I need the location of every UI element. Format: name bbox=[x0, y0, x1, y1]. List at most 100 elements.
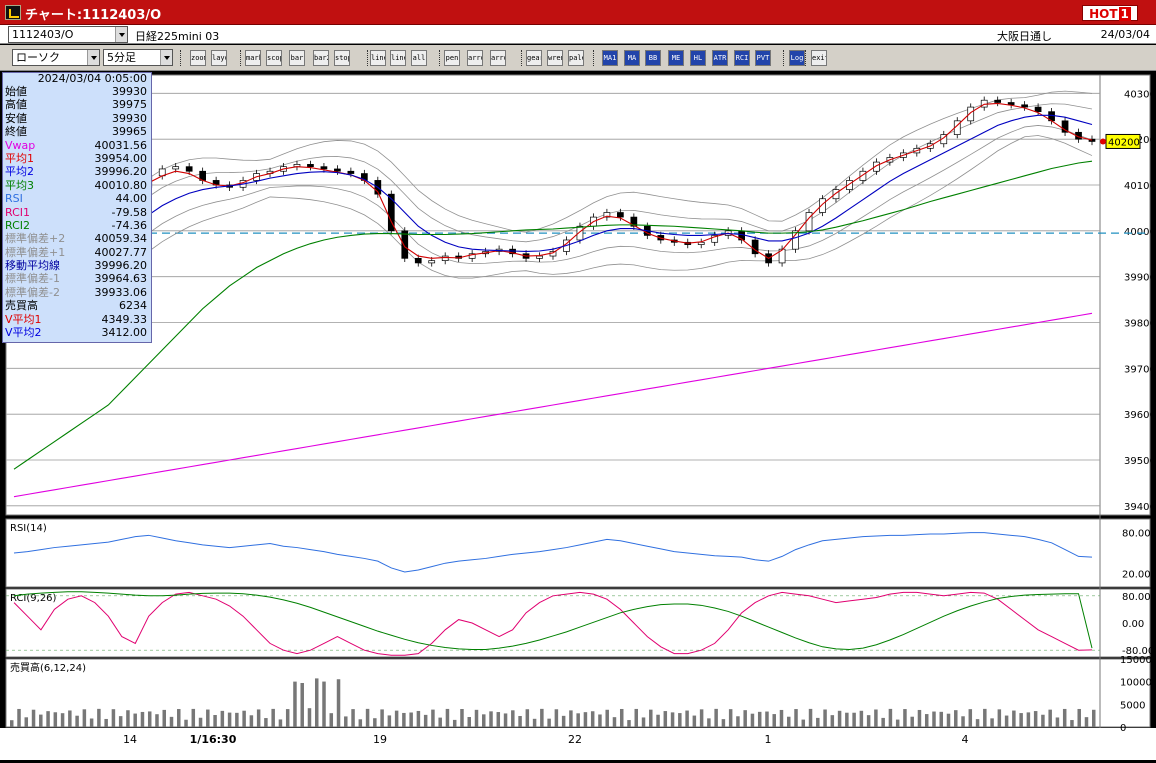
info-label: 売買高 bbox=[5, 299, 38, 313]
exit-icon[interactable]: exit bbox=[811, 50, 827, 66]
zoom-icon[interactable]: zoom bbox=[190, 50, 206, 66]
info-label: 安値 bbox=[5, 111, 27, 125]
volume-bar bbox=[649, 709, 653, 727]
volume-bar bbox=[983, 708, 987, 727]
chevron-down-icon[interactable] bbox=[115, 27, 127, 42]
interval-value: 5分足 bbox=[107, 51, 136, 64]
volume-bar bbox=[547, 718, 551, 727]
info-row: 売買高 6234 bbox=[3, 299, 151, 312]
palette-icon[interactable]: palette bbox=[568, 50, 584, 66]
info-row: 標準偏差+1 40027.77 bbox=[3, 246, 151, 259]
info-label: RCI1 bbox=[5, 205, 31, 219]
all-icon[interactable]: all bbox=[411, 50, 427, 66]
chart-area[interactable]: 39400 39500 39600 39700 39800 39900 40000 40100… bbox=[0, 72, 1156, 760]
volume-bar bbox=[373, 718, 377, 727]
info-label: 始値 bbox=[5, 85, 27, 98]
volume-bar bbox=[365, 708, 370, 727]
rci-icon[interactable]: RCI bbox=[734, 50, 750, 66]
volume-bar bbox=[53, 712, 58, 727]
volume-bar bbox=[39, 714, 43, 727]
volume-bar bbox=[583, 712, 588, 727]
info-label: RSI bbox=[5, 192, 23, 206]
volume-bar bbox=[24, 717, 29, 727]
interval-select[interactable]: 5分足 bbox=[103, 49, 173, 66]
info-row: 移動平均線 39996.20 bbox=[3, 259, 151, 272]
volume-bar bbox=[561, 715, 566, 727]
info-value: 40059.34 bbox=[94, 232, 148, 246]
pen-icon[interactable]: pen bbox=[444, 50, 460, 66]
volume-bar bbox=[532, 718, 537, 727]
bar-icon[interactable]: bar bbox=[289, 50, 305, 66]
info-row: 始値 39930 bbox=[3, 85, 151, 98]
date-label: 24/03/04 bbox=[1100, 28, 1150, 41]
volume-bar bbox=[17, 708, 21, 727]
volume-bar bbox=[772, 714, 776, 727]
arrow2-icon[interactable]: arrow2 bbox=[490, 50, 506, 66]
y-tick-label: 39500 bbox=[1124, 456, 1156, 467]
scope-icon[interactable]: scope bbox=[266, 50, 282, 66]
ma1-icon[interactable]: MA1 bbox=[602, 50, 618, 66]
volume-bar bbox=[46, 711, 50, 727]
info-value: 39964.63 bbox=[94, 272, 148, 286]
stop-icon[interactable]: stop bbox=[334, 50, 350, 66]
ma-icon[interactable]: MA bbox=[624, 50, 640, 66]
volume-bar bbox=[191, 708, 196, 727]
wrench-icon[interactable]: wrench bbox=[547, 50, 563, 66]
volume-bar bbox=[917, 709, 922, 727]
volume-bar bbox=[278, 719, 283, 727]
volume-bar bbox=[874, 709, 878, 727]
bb-icon[interactable]: BB bbox=[645, 50, 661, 66]
mark-icon[interactable]: mark bbox=[245, 50, 261, 66]
volume-bar bbox=[227, 712, 232, 727]
chart-type-select[interactable]: ローソク bbox=[12, 49, 100, 66]
info-row: Vwap 40031.56 bbox=[3, 139, 151, 152]
bar2-icon[interactable]: bar2 bbox=[313, 50, 329, 66]
chevron-down-icon[interactable] bbox=[87, 50, 99, 65]
volume-bar bbox=[590, 711, 595, 727]
line1-icon[interactable]: line1 bbox=[370, 50, 386, 66]
chevron-down-icon[interactable] bbox=[160, 50, 172, 65]
volume-bar bbox=[634, 708, 639, 727]
volume-bar bbox=[946, 713, 951, 727]
hl-icon[interactable]: HL bbox=[690, 50, 706, 66]
volume-bar bbox=[314, 678, 319, 727]
log-icon[interactable]: Log bbox=[789, 50, 805, 66]
chart-canvas[interactable]: 3940039500396003970039800399004000040100… bbox=[0, 72, 1156, 760]
volume-bar bbox=[765, 711, 769, 727]
volume-bar bbox=[147, 711, 152, 727]
toolbar-separator bbox=[593, 50, 595, 66]
line2-icon[interactable]: line2 bbox=[390, 50, 406, 66]
candle-body bbox=[697, 241, 705, 245]
layout-icon[interactable]: layout bbox=[211, 50, 227, 66]
volume-bar bbox=[307, 708, 312, 727]
market-name: 日経225mini 03 bbox=[135, 30, 220, 43]
volume-bar bbox=[576, 713, 580, 727]
volume-bar bbox=[68, 710, 72, 727]
atr-icon[interactable]: ATR bbox=[712, 50, 728, 66]
pvt-icon[interactable]: PVT bbox=[755, 50, 771, 66]
candle-body bbox=[414, 257, 422, 264]
volume-bar bbox=[402, 712, 406, 727]
volume-bar bbox=[416, 710, 421, 727]
hot-button[interactable]: HOT 1 bbox=[1082, 5, 1138, 21]
symbol-select[interactable]: 1112403/O bbox=[8, 26, 128, 43]
gear-icon[interactable]: gear bbox=[526, 50, 542, 66]
y-tick-label: 0 bbox=[1120, 723, 1126, 734]
y-tick-label: 40000 bbox=[1124, 227, 1156, 238]
volume-bar bbox=[177, 709, 181, 727]
title-bar: チャート:1112403/O HOT 1 bbox=[0, 0, 1156, 25]
arrow-icon[interactable]: arrow bbox=[467, 50, 483, 66]
volume-bar bbox=[801, 719, 806, 727]
candle-body bbox=[185, 166, 193, 172]
panel-title: RSI(14) bbox=[10, 523, 47, 534]
volume-bar bbox=[351, 709, 355, 727]
y-tick-label: 80.00 bbox=[1122, 592, 1151, 603]
volume-bar bbox=[997, 709, 1002, 727]
me-icon[interactable]: ME bbox=[668, 50, 684, 66]
info-value: 39996.20 bbox=[94, 259, 148, 273]
candle-body bbox=[994, 99, 1002, 103]
volume-bar bbox=[678, 713, 682, 727]
volume-bar bbox=[707, 718, 711, 727]
candle-body bbox=[617, 212, 624, 218]
volume-bar bbox=[794, 709, 798, 727]
